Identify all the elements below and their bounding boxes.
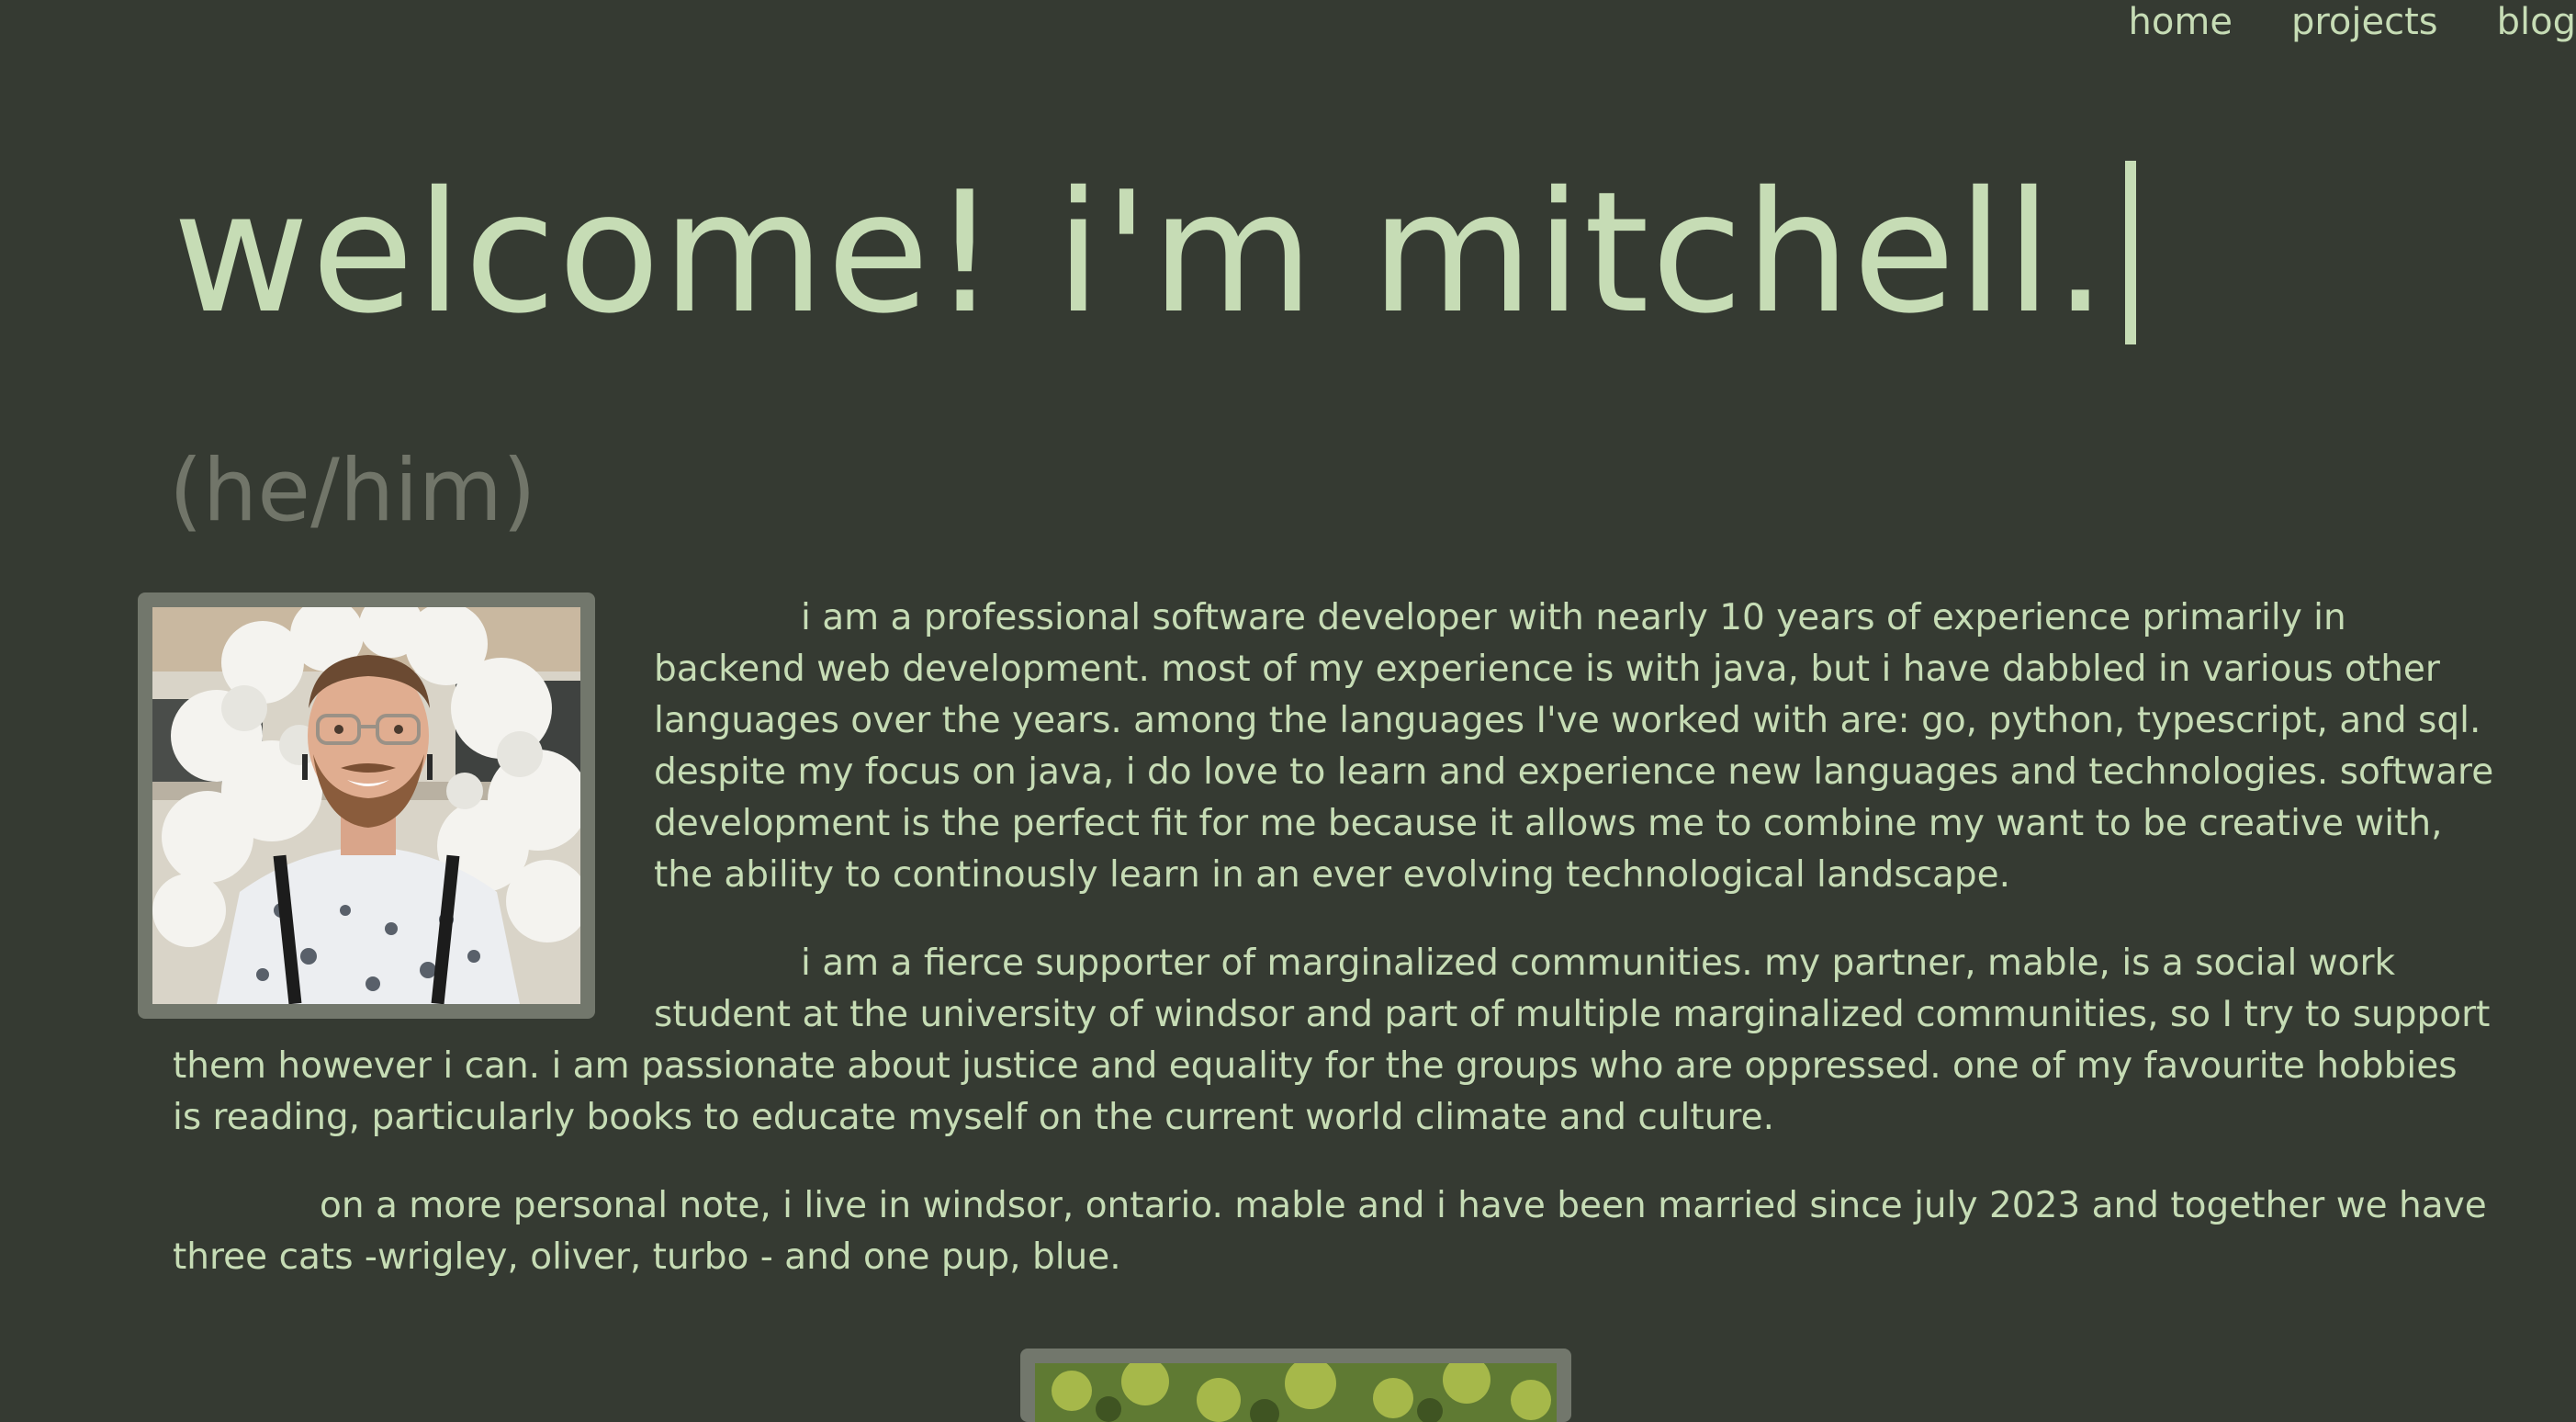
nav-link-home[interactable]: home [2129, 0, 2233, 44]
nav-link-projects[interactable]: projects [2291, 0, 2438, 44]
pronouns: (he/him) [169, 441, 536, 541]
pets-photo-frame [1020, 1349, 1571, 1422]
about-section: i am a professional software developer w… [138, 592, 2496, 1320]
hero-title-text: welcome! i'm mitchell. [173, 155, 2109, 350]
top-nav: home projects blog [2070, 0, 2576, 55]
pets-photo [1035, 1363, 1557, 1422]
portrait-illustration [152, 607, 580, 1004]
portrait-frame [138, 592, 595, 1019]
nav-link-blog[interactable]: blog [2497, 0, 2576, 44]
portrait-photo [152, 607, 580, 1004]
hero-title: welcome! i'm mitchell. [173, 152, 2137, 354]
about-paragraph-personal: on a more personal note, i live in winds… [173, 1185, 2487, 1278]
pets-photo-illustration [1035, 1363, 1557, 1422]
typing-cursor [2125, 161, 2137, 344]
